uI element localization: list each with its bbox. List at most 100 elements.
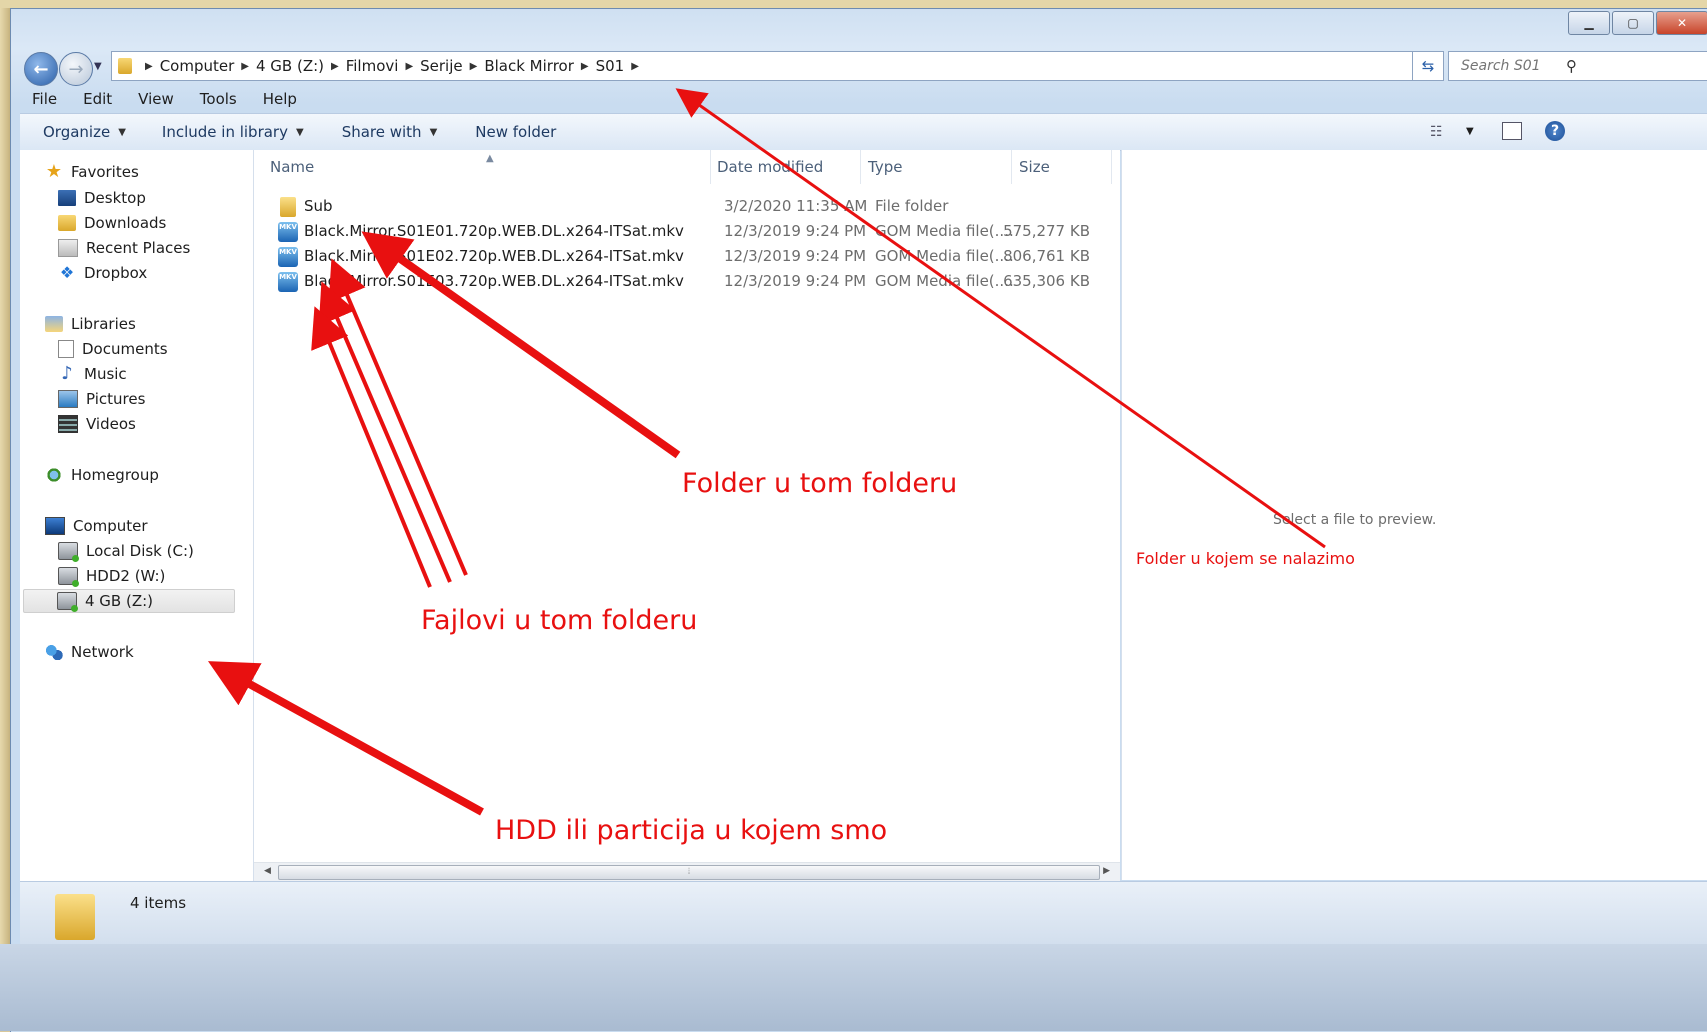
refresh-icon: ⇆ [1421, 57, 1435, 75]
column-divider[interactable] [1011, 150, 1012, 184]
sidebar-item-libraries[interactable]: Libraries [45, 312, 136, 336]
sidebar-item-pictures[interactable]: Pictures [58, 387, 145, 411]
column-divider[interactable] [860, 150, 861, 184]
chevron-right-icon[interactable]: ▶ [631, 61, 639, 72]
breadcrumb-drive[interactable]: 4 GB (Z:) [256, 57, 324, 75]
search-icon[interactable]: ⚲ [1566, 57, 1577, 75]
file-type: GOM Media file(.... [875, 272, 1014, 290]
file-size: 806,761 KB [1003, 247, 1090, 265]
chevron-right-icon[interactable]: ▶ [331, 61, 339, 72]
preview-pane-icon[interactable] [1502, 122, 1522, 140]
sidebar-item-recent-places[interactable]: Recent Places [58, 236, 190, 260]
scroll-left-icon[interactable]: ◀ [264, 866, 271, 876]
menu-view[interactable]: View [125, 90, 187, 108]
sidebar-label: HDD2 (W:) [86, 567, 166, 585]
menu-tools[interactable]: Tools [187, 90, 250, 108]
help-icon[interactable]: ? [1545, 121, 1565, 141]
computer-icon [45, 517, 65, 535]
view-dropdown-icon[interactable]: ▼ [1466, 126, 1474, 137]
chevron-right-icon[interactable]: ▶ [405, 61, 413, 72]
recent-pages-dropdown[interactable]: ▼ [94, 61, 102, 72]
include-in-library-button[interactable]: Include in library ▼ [162, 123, 304, 141]
view-options-icon[interactable]: ☷ [1430, 124, 1443, 140]
scrollbar-thumb[interactable]: ⦙ [278, 865, 1100, 880]
sidebar-item-local-disk-c[interactable]: Local Disk (C:) [58, 539, 194, 563]
sort-ascending-icon: ▲ [486, 153, 494, 164]
chevron-down-icon: ▼ [429, 126, 438, 138]
file-name: Sub [304, 197, 333, 215]
menu-help[interactable]: Help [250, 90, 310, 108]
sidebar-item-music[interactable]: ♪ Music [58, 362, 127, 386]
breadcrumb-computer[interactable]: Computer [160, 57, 235, 75]
sidebar-item-documents[interactable]: Documents [58, 337, 168, 361]
chevron-right-icon[interactable]: ▶ [241, 61, 249, 72]
sidebar-item-4gb-z[interactable]: 4 GB (Z:) [23, 589, 235, 613]
item-count: 4 items [130, 894, 187, 912]
downloads-icon [58, 215, 76, 231]
new-folder-button[interactable]: New folder [475, 123, 556, 141]
forward-arrow-icon: → [68, 58, 84, 80]
breadcrumb-s01[interactable]: S01 [596, 57, 625, 75]
sidebar-item-videos[interactable]: Videos [58, 412, 136, 436]
libraries-icon [45, 316, 63, 332]
chevron-right-icon[interactable]: ▶ [145, 61, 153, 72]
column-header-name[interactable]: Name [270, 150, 314, 184]
search-box[interactable]: ⚲ [1448, 51, 1707, 81]
annotation-drive: HDD ili particija u kojem smo [495, 815, 888, 846]
organize-label: Organize [43, 123, 111, 141]
sidebar-item-hdd2-w[interactable]: HDD2 (W:) [58, 564, 165, 588]
column-divider[interactable] [710, 150, 711, 184]
mkv-file-icon: MKV [278, 272, 298, 292]
breadcrumb-black-mirror[interactable]: Black Mirror [484, 57, 574, 75]
menu-edit[interactable]: Edit [70, 90, 125, 108]
music-icon: ♪ [61, 363, 73, 384]
search-input[interactable] [1459, 57, 1558, 75]
file-row-s01e01[interactable]: MKV Black.Mirror.S01E01.720p.WEB.DL.x264… [276, 219, 1116, 243]
sidebar-label: Music [84, 365, 127, 383]
file-row-s01e02[interactable]: MKV Black.Mirror.S01E02.720p.WEB.DL.x264… [276, 244, 1116, 268]
column-header-size[interactable]: Size [1019, 150, 1050, 184]
horizontal-scrollbar[interactable]: ◀ ⦙ ▶ [254, 862, 1120, 881]
scroll-right-icon[interactable]: ▶ [1103, 866, 1110, 876]
back-button[interactable]: ← [24, 52, 58, 86]
preview-pane: Select a file to preview. [1121, 150, 1707, 880]
column-divider[interactable] [1111, 150, 1112, 184]
column-header-date-modified[interactable]: Date modified [717, 150, 823, 184]
sidebar-item-homegroup[interactable]: Homegroup [45, 463, 159, 487]
sidebar-item-dropbox[interactable]: ❖ Dropbox [58, 261, 147, 285]
sidebar-item-downloads[interactable]: Downloads [58, 211, 166, 235]
address-bar[interactable]: ▶ Computer ▶ 4 GB (Z:) ▶ Filmovi ▶ Serij… [111, 51, 1443, 81]
sidebar-label: Recent Places [86, 239, 191, 257]
documents-icon [58, 340, 74, 358]
chevron-right-icon[interactable]: ▶ [470, 61, 478, 72]
annotation-files-in-folder: Fajlovi u tom folderu [421, 605, 698, 636]
sidebar-item-computer[interactable]: Computer [45, 514, 148, 538]
mkv-file-icon: MKV [278, 247, 298, 267]
sidebar-item-favorites[interactable]: ★ Favorites [45, 160, 139, 184]
forward-button[interactable]: → [59, 52, 93, 86]
file-row-sub[interactable]: Sub 3/2/2020 11:35 AM File folder [276, 194, 1116, 218]
sidebar-item-desktop[interactable]: Desktop [58, 186, 146, 210]
sidebar-label: Dropbox [84, 264, 148, 282]
window-bottom-border [0, 944, 1707, 1031]
sidebar-item-network[interactable]: Network [45, 640, 134, 664]
maximize-button[interactable]: ▢ [1612, 11, 1654, 35]
menu-file[interactable]: File [20, 90, 70, 108]
refresh-button[interactable]: ⇆ [1412, 51, 1444, 81]
breadcrumb-filmovi[interactable]: Filmovi [346, 57, 399, 75]
menu-bar: File Edit View Tools Help [20, 87, 310, 111]
breadcrumb-serije[interactable]: Serije [420, 57, 462, 75]
file-size: 635,306 KB [1003, 272, 1090, 290]
organize-button[interactable]: Organize ▼ [43, 123, 126, 141]
sidebar-label: Pictures [86, 390, 146, 408]
close-button[interactable]: ✕ [1656, 11, 1707, 35]
chevron-down-icon: ▼ [295, 126, 304, 138]
chevron-right-icon[interactable]: ▶ [581, 61, 589, 72]
file-row-s01e03[interactable]: MKV Black.Mirror.S01E03.720p.WEB.DL.x264… [276, 269, 1116, 293]
minimize-button[interactable]: ▁ [1568, 11, 1610, 35]
file-date: 12/3/2019 9:24 PM [724, 272, 867, 290]
annotation-current-folder: Folder u kojem se nalazimo [1136, 549, 1355, 568]
network-icon [45, 644, 63, 660]
column-header-type[interactable]: Type [868, 150, 902, 184]
share-with-button[interactable]: Share with ▼ [342, 123, 438, 141]
